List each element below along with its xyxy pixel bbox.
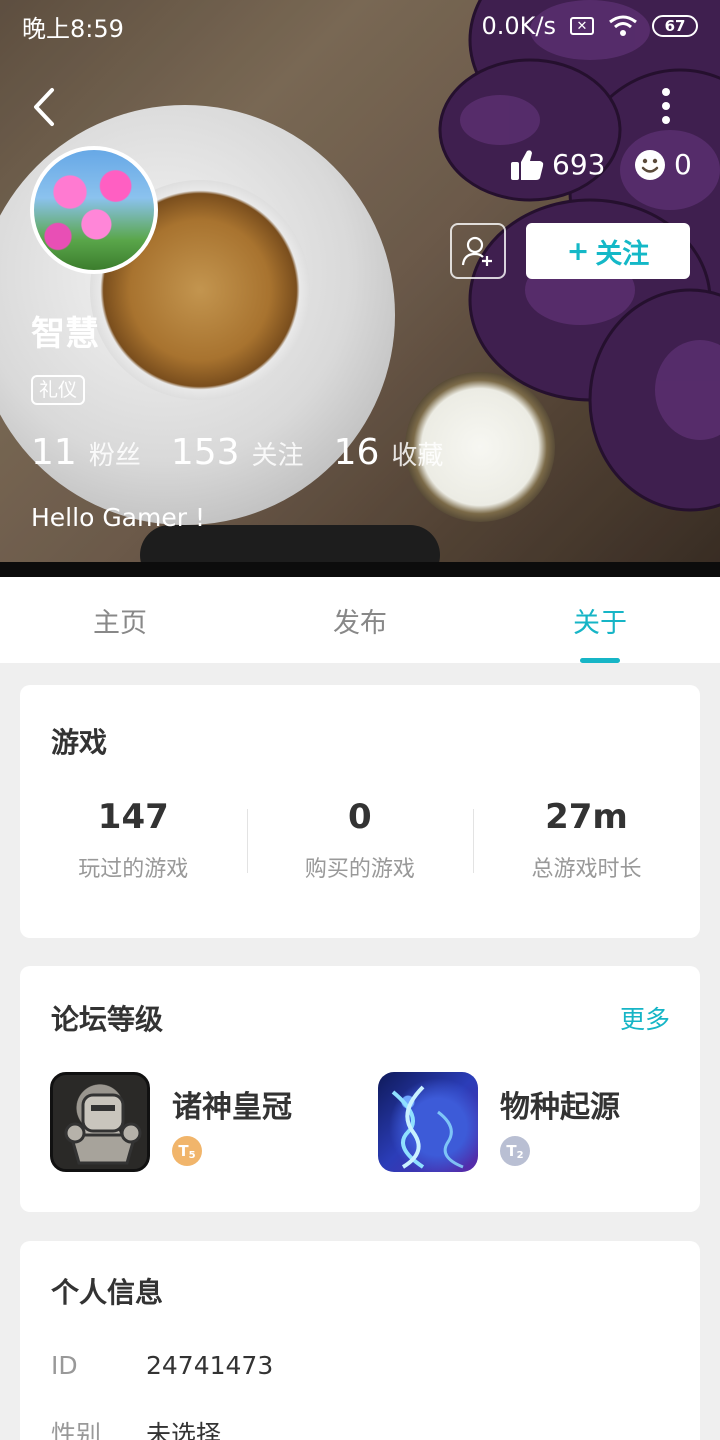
- thumbs-up-icon: [511, 149, 544, 180]
- favorites-label[interactable]: 收藏: [391, 435, 443, 472]
- playtime-value: 27m: [545, 797, 628, 837]
- more-menu-icon[interactable]: [652, 84, 680, 130]
- no-sim-icon: ✕: [570, 17, 594, 35]
- follow-button[interactable]: + 关注: [526, 223, 690, 279]
- following-count[interactable]: 153: [171, 432, 240, 473]
- forum-item-name: 诸神皇冠: [172, 1090, 292, 1125]
- likes-counter[interactable]: 693: [510, 148, 605, 181]
- smile-icon: [635, 149, 665, 180]
- games-card-title: 游戏: [51, 726, 108, 759]
- forum-item[interactable]: 物种起源 T2: [378, 1072, 668, 1172]
- user-badge[interactable]: 礼仪: [31, 375, 86, 405]
- level-badge-icon: T2: [500, 1136, 530, 1166]
- forum-game-icon: [50, 1072, 150, 1172]
- plus-icon: +: [566, 235, 590, 267]
- add-user-icon: [461, 236, 492, 266]
- profile-header: [0, 0, 720, 577]
- info-key: 性别: [51, 1420, 102, 1440]
- forum-item-name: 物种起源: [500, 1090, 620, 1125]
- games-card: 游戏 147 玩过的游戏 0 购买的游戏 27m 总游戏时长: [20, 685, 700, 938]
- status-time: 晚上8:59: [22, 14, 124, 43]
- purchased-games-value: 0: [348, 797, 372, 837]
- favorites-count[interactable]: 16: [334, 432, 380, 473]
- level-number: 2: [516, 1149, 524, 1161]
- status-right: 0.0K/s ✕ 67: [481, 12, 698, 40]
- info-row-id: ID 24741473: [51, 1351, 273, 1380]
- add-friend-button[interactable]: [450, 223, 506, 279]
- network-speed: 0.0K/s: [481, 12, 557, 40]
- wifi-icon: [609, 15, 637, 36]
- user-bio: Hello Gamer !: [31, 503, 205, 532]
- more-link[interactable]: 更多: [620, 1000, 670, 1036]
- forum-item[interactable]: 诸神皇冠 T5: [50, 1072, 340, 1172]
- header-bottom-strip: [0, 562, 720, 577]
- battery-icon: 67: [652, 15, 698, 37]
- avatar[interactable]: [30, 146, 158, 274]
- level-number: 5: [188, 1149, 196, 1161]
- played-games-label: 玩过的游戏: [78, 857, 189, 882]
- smile-counter[interactable]: 0: [634, 148, 692, 181]
- profile-tabs: 主页 发布 关于: [0, 577, 720, 663]
- tab-posts[interactable]: 发布: [240, 577, 480, 663]
- back-arrow-icon[interactable]: [28, 84, 68, 130]
- purchased-games-label: 购买的游戏: [304, 857, 415, 882]
- following-label[interactable]: 关注: [252, 435, 304, 472]
- forum-game-icon: [378, 1072, 478, 1172]
- info-value: 未选择: [146, 1420, 222, 1440]
- username: 智慧: [31, 314, 99, 354]
- playtime-label: 总游戏时长: [531, 857, 642, 882]
- info-card-title: 个人信息: [51, 1276, 164, 1309]
- games-stats: 147 玩过的游戏 0 购买的游戏 27m 总游戏时长: [20, 797, 700, 883]
- fans-label[interactable]: 粉丝: [89, 435, 141, 472]
- forum-card-title: 论坛等级: [51, 1003, 164, 1036]
- info-row-gender: 性别 未选择: [51, 1415, 221, 1440]
- playtime-stat[interactable]: 27m 总游戏时长: [473, 797, 700, 883]
- personal-info-card: 个人信息 ID 24741473 性别 未选择: [20, 1241, 700, 1440]
- played-games-stat[interactable]: 147 玩过的游戏: [20, 797, 247, 883]
- info-key: ID: [51, 1351, 78, 1380]
- follow-button-label: 关注: [595, 238, 650, 270]
- fans-count[interactable]: 11: [31, 432, 77, 473]
- purchased-games-stat[interactable]: 0 购买的游戏: [246, 797, 474, 883]
- level-badge-icon: T5: [172, 1136, 202, 1166]
- tab-home[interactable]: 主页: [0, 577, 240, 663]
- forum-level-card: 论坛等级 更多 诸神皇冠 T5 物种起源 T2: [20, 966, 700, 1212]
- played-games-value: 147: [97, 797, 169, 837]
- smile-count: 0: [674, 148, 692, 181]
- likes-count: 693: [552, 148, 606, 181]
- info-value: 24741473: [146, 1351, 274, 1380]
- profile-counts: 11 粉丝 153 关注 16 收藏: [31, 432, 473, 473]
- status-bar: 晚上8:59 0.0K/s ✕ 67: [0, 0, 720, 52]
- armor-icon: [64, 1093, 142, 1165]
- tab-about[interactable]: 关于: [480, 577, 720, 663]
- dna-icon: [391, 1085, 464, 1169]
